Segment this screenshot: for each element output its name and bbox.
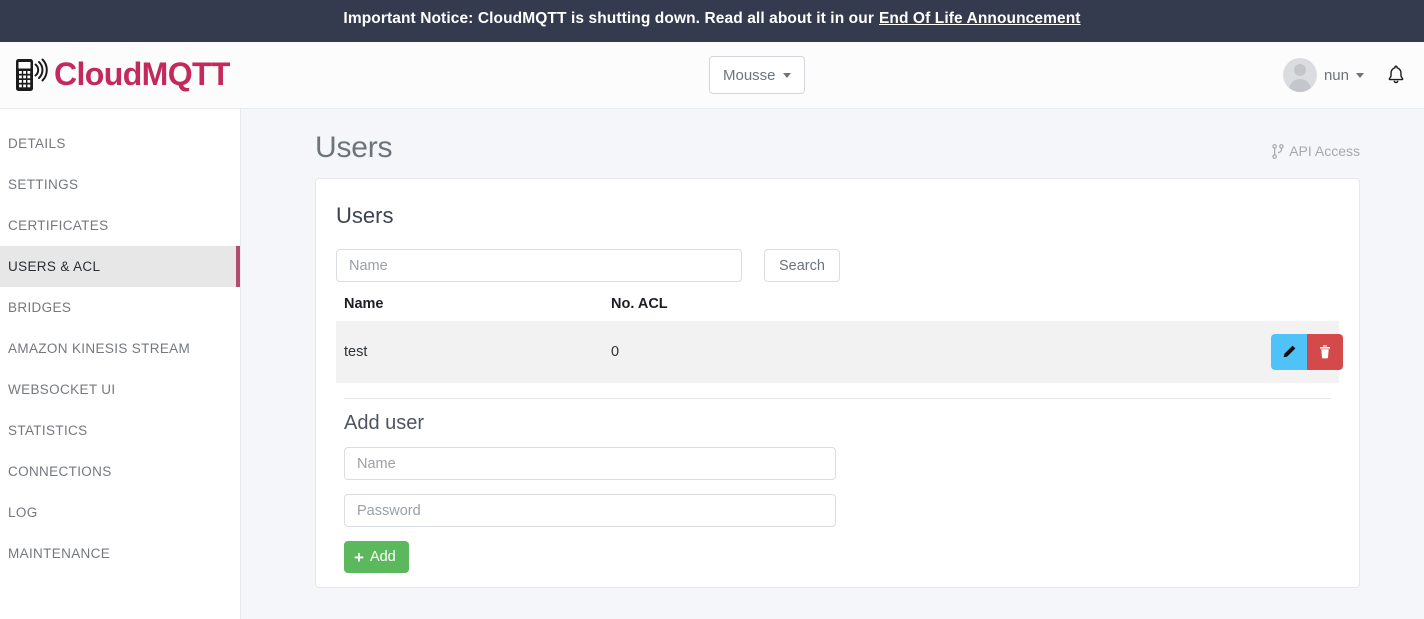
sidebar-item-bridges[interactable]: Bridges [0,287,240,328]
shutdown-notice-banner: Important Notice: CloudMQTT is shutting … [0,0,1424,42]
sidebar-item-label: Settings [8,177,78,192]
page-header: Users API Access [315,131,1360,178]
notice-text: Important Notice: CloudMQTT is shutting … [343,10,874,28]
cell-no-acl: 0 [603,321,1263,383]
add-user-section: Add user + Add [336,399,1339,573]
plus-icon: + [354,549,364,566]
sidebar-item-label: Amazon Kinesis Stream [8,341,190,356]
sidebar-item-certificates[interactable]: Certificates [0,205,240,246]
sidebar-item-log[interactable]: Log [0,492,240,533]
sidebar-item-maintenance[interactable]: Maintenance [0,533,240,574]
column-header-actions [1263,288,1339,321]
top-navbar: CloudMQTT Mousse nun [0,42,1424,109]
column-header-name: Name [336,288,603,321]
users-card-title: Users [336,205,1339,227]
sidebar-item-label: Users & ACL [8,259,100,274]
chevron-down-icon [783,73,791,78]
api-access-link[interactable]: API Access [1272,143,1360,159]
add-user-button-label: Add [370,549,396,565]
new-user-name-input[interactable] [344,447,836,480]
bell-icon[interactable] [1386,64,1406,86]
users-card: Users Search Name No. ACL test 0 [315,178,1360,588]
sidebar-item-connections[interactable]: Connections [0,451,240,492]
chevron-down-icon [1356,73,1364,78]
main-content: Users API Access Users Search [241,109,1424,619]
add-user-button[interactable]: + Add [344,541,409,573]
cell-user-name: test [336,321,603,383]
mobile-signal-icon [14,55,52,95]
column-header-no-acl: No. ACL [603,288,1263,321]
brand-logo[interactable]: CloudMQTT [14,55,230,95]
instance-selector-label: Mousse [723,67,776,84]
api-access-label: API Access [1289,143,1360,159]
users-table-head: Name No. ACL [336,288,1339,321]
sidebar-item-users-and-acl[interactable]: Users & ACL [0,246,240,287]
delete-user-button[interactable] [1307,334,1343,370]
edit-user-button[interactable] [1271,334,1307,370]
navbar-right-group: nun [1283,58,1406,92]
sidebar-item-label: Maintenance [8,546,110,561]
table-header-row: Name No. ACL [336,288,1339,321]
search-input[interactable] [336,249,742,282]
sidebar-item-websocket-ui[interactable]: Websocket UI [0,369,240,410]
sidebar-item-settings[interactable]: Settings [0,164,240,205]
new-user-password-input[interactable] [344,494,836,527]
instance-selector-dropdown[interactable]: Mousse [709,56,805,94]
user-account-menu[interactable]: nun [1283,58,1364,92]
sidebar-item-amazon-kinesis-stream[interactable]: Amazon Kinesis Stream [0,328,240,369]
row-action-button-group [1271,334,1343,370]
sidebar-item-label: Details [8,136,66,151]
pencil-icon [1281,344,1297,360]
sidebar-nav: Details Settings Certificates Users & AC… [0,109,241,619]
code-branch-icon [1272,144,1284,159]
sidebar-item-details[interactable]: Details [0,123,240,164]
users-table-body: test 0 [336,321,1339,383]
table-row: test 0 [336,321,1339,383]
user-avatar-icon [1283,58,1317,92]
sidebar-item-label: Log [8,505,38,520]
sidebar-item-label: Websocket UI [8,382,115,397]
sidebar-item-label: Statistics [8,423,88,438]
user-name-label: nun [1324,67,1349,84]
add-user-title: Add user [344,413,1331,433]
end-of-life-announcement-link[interactable]: End Of Life Announcement [879,10,1081,28]
users-table: Name No. ACL test 0 [336,288,1339,383]
sidebar-item-label: Bridges [8,300,71,315]
cell-row-actions [1263,321,1339,383]
user-search-row: Search [336,249,1339,282]
trash-icon [1317,344,1333,360]
sidebar-item-label: Certificates [8,218,108,233]
sidebar-item-statistics[interactable]: Statistics [0,410,240,451]
brand-name: CloudMQTT [54,58,230,93]
page-title: Users [315,131,392,164]
page-layout: Details Settings Certificates Users & AC… [0,109,1424,619]
sidebar-item-label: Connections [8,464,112,479]
search-button[interactable]: Search [764,249,840,282]
